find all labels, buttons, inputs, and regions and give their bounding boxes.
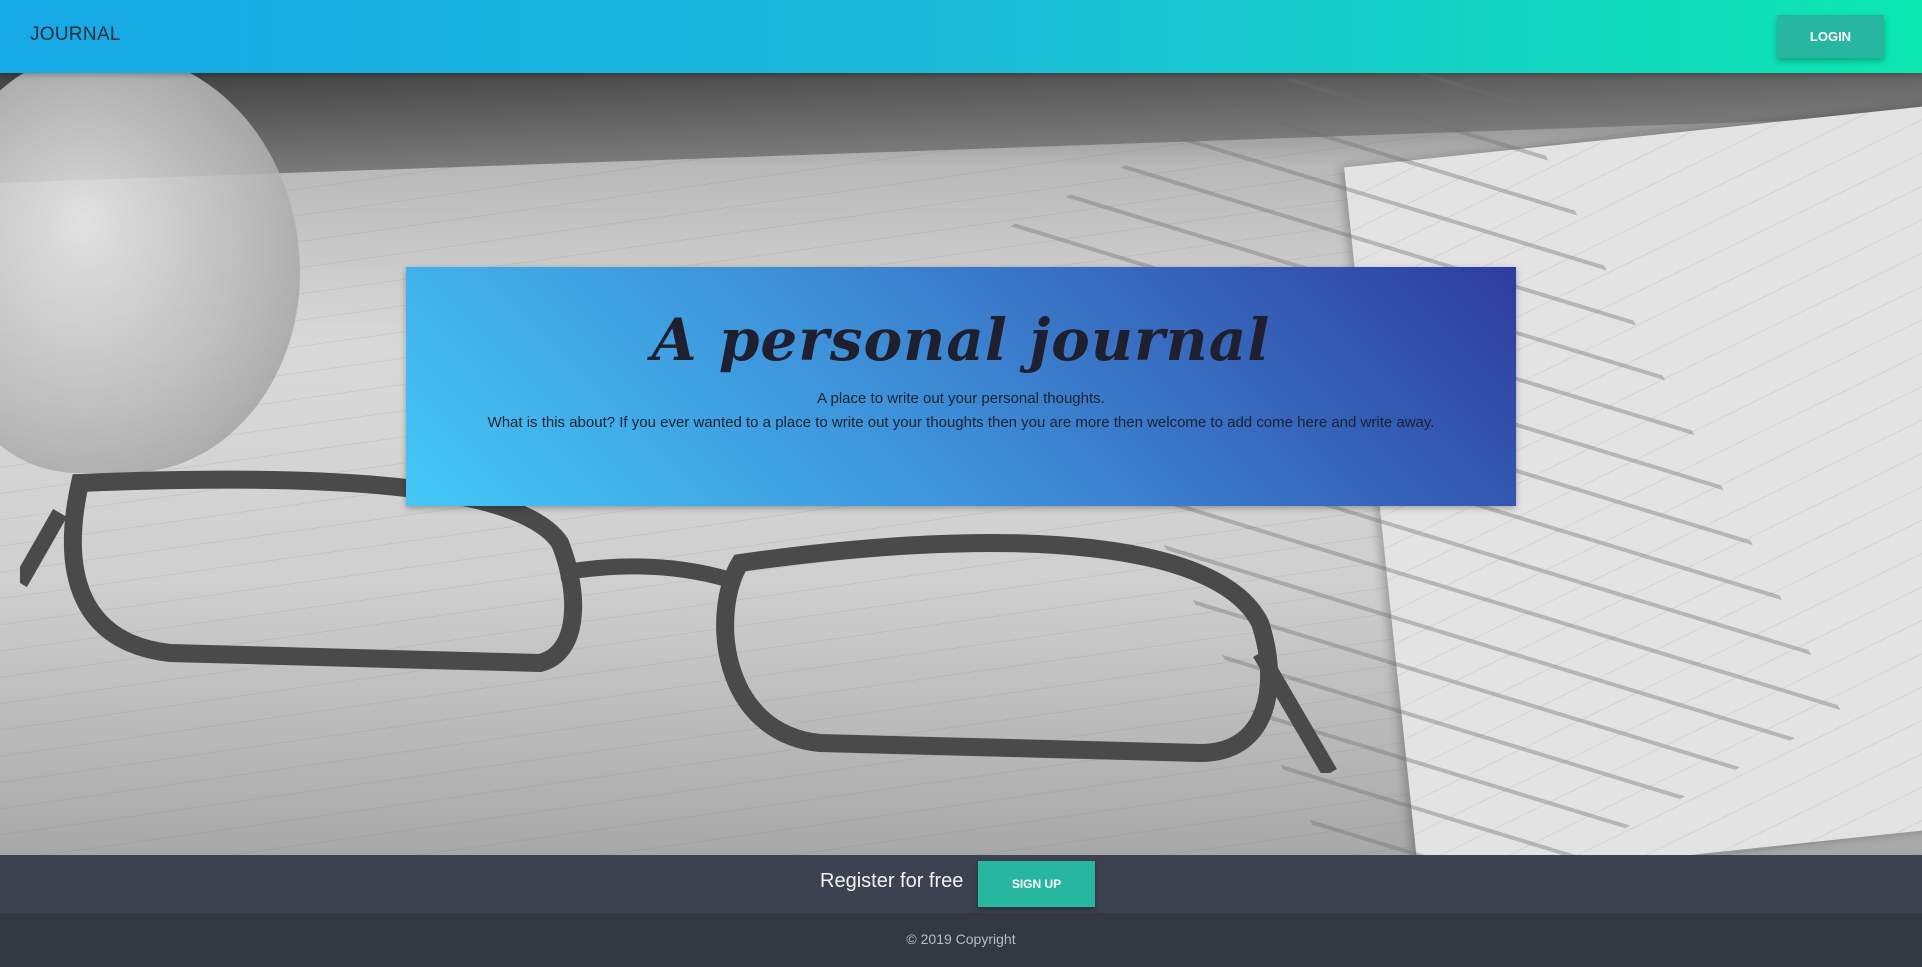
- signup-button[interactable]: SIGN UP: [978, 861, 1095, 907]
- hero-title: A personal journal: [651, 306, 1271, 374]
- copyright-text: © 2019 Copyright: [906, 931, 1016, 947]
- hero-tagline: A place to write out your personal thoug…: [817, 390, 1105, 407]
- brand-logo[interactable]: JOURNAL: [30, 24, 121, 46]
- register-bar: Register for free SIGN UP: [0, 855, 1922, 913]
- hero-about-text: What is this about? If you ever wanted t…: [487, 414, 1435, 431]
- hero-image-hand: [0, 73, 300, 473]
- top-navbar: JOURNAL LOGIN: [0, 0, 1922, 73]
- register-label: Register for free: [820, 870, 964, 892]
- hero-background-image: A personal journal A place to write out …: [0, 73, 1922, 855]
- login-button[interactable]: LOGIN: [1777, 15, 1884, 58]
- hero-description: A place to write out your personal thoug…: [406, 387, 1516, 435]
- hero-card: A personal journal A place to write out …: [406, 267, 1516, 506]
- footer: © 2019 Copyright: [0, 913, 1922, 967]
